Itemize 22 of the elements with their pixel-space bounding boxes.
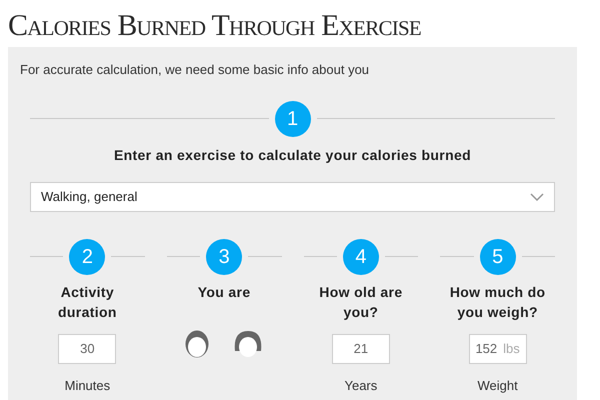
page-title: Calories Burned Through Exercise [7, 8, 422, 44]
step-number: 3 [206, 238, 242, 274]
intro-text: For accurate calculation, we need some basic info about you [20, 61, 370, 79]
male-avatar-icon[interactable] [184, 328, 210, 358]
field-caption: Years [344, 376, 378, 394]
step-label: Activity duration [56, 282, 118, 322]
step-number: 5 [480, 238, 516, 274]
exercise-select[interactable]: Walking, general [30, 182, 555, 212]
field-caption: Minutes [64, 376, 110, 394]
step-number: 1 [274, 100, 310, 136]
step-label: How old are you? [318, 282, 404, 322]
step-label: You are [196, 282, 252, 302]
step-number: 4 [342, 238, 379, 274]
number-field[interactable]: 30 [58, 334, 116, 364]
number-field[interactable]: 152 lbs [468, 334, 527, 364]
number-field[interactable]: 21 [332, 334, 390, 364]
step-heading: Enter an exercise to calculate your calories burned [112, 146, 472, 165]
unit-label: lbs [503, 340, 520, 358]
step-label: How much do you weigh? [448, 282, 546, 322]
step-number: 2 [69, 238, 106, 274]
field-caption: Weight [478, 376, 518, 395]
chevron-down-icon [530, 192, 544, 200]
